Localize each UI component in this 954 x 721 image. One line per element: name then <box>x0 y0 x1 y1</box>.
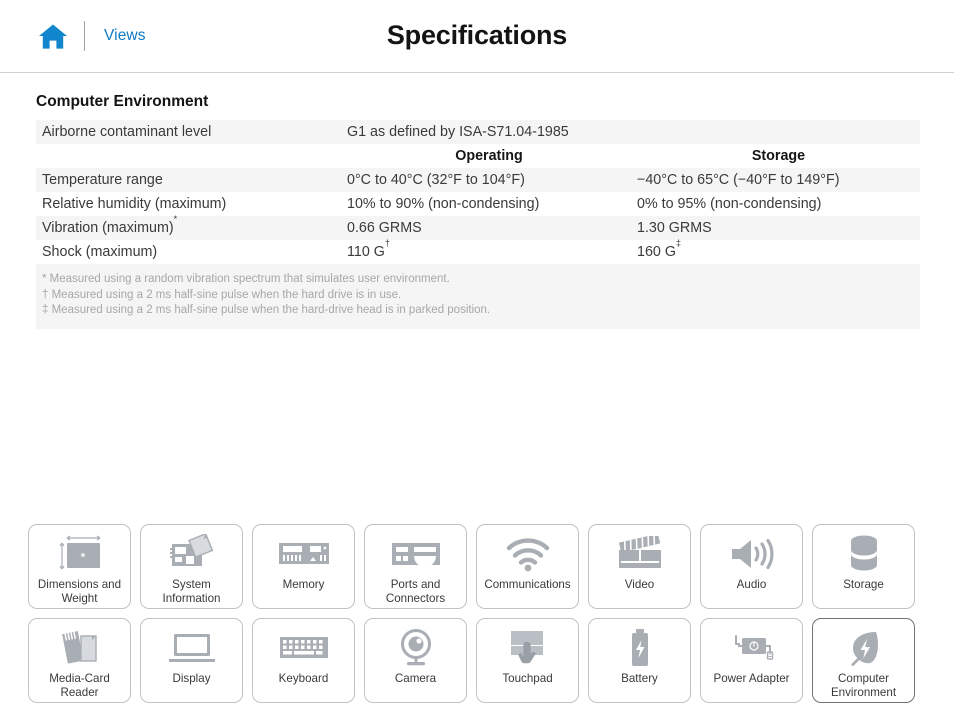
footnote-double-dagger: ‡ Measured using a 2 ms half-sine pulse … <box>42 304 491 316</box>
video-icon <box>616 532 664 576</box>
row-storage: −40°C to 65°C (−40°F to 149°F) <box>631 168 920 192</box>
footnote-dagger: † Measured using a 2 ms half-sine pulse … <box>42 288 402 301</box>
nav-tile-label: System Information <box>162 578 221 605</box>
row-label: Shock (maximum) <box>36 240 341 264</box>
nav-tile-power-adapter[interactable]: Power Adapter <box>700 618 803 703</box>
nav-tile-camera[interactable]: Camera <box>364 618 467 703</box>
storage-icon <box>847 532 881 576</box>
nav-tile-label: Memory <box>282 578 325 591</box>
nav-tile-audio[interactable]: Audio <box>700 524 803 609</box>
row-label: Relative humidity (maximum) <box>36 192 341 216</box>
nav-tile-battery[interactable]: Battery <box>588 618 691 703</box>
app-header: Views Specifications <box>0 0 954 73</box>
nav-tile-dimensions-and-weight[interactable]: Dimensions and Weight <box>28 524 131 609</box>
nav-tile-label: Dimensions and Weight <box>37 578 122 605</box>
nav-tile-label: Touchpad <box>502 672 553 685</box>
nav-tile-display[interactable]: Display <box>140 618 243 703</box>
nav-tile-label: Video <box>624 578 655 591</box>
media-card-reader-icon <box>57 626 103 670</box>
header-storage: Storage <box>631 144 920 168</box>
row-operating: 0°C to 40°C (32°F to 104°F) <box>341 168 631 192</box>
row-operating: 110 G† <box>341 239 631 264</box>
airborne-label: Airborne contaminant level <box>36 120 341 144</box>
audio-icon <box>728 532 776 576</box>
nav-tile-label: Media-Card Reader <box>49 672 110 699</box>
nav-tile-touchpad[interactable]: Touchpad <box>476 618 579 703</box>
system-information-icon <box>166 532 218 576</box>
nav-tile-memory[interactable]: Memory <box>252 524 355 609</box>
nav-tile-label: Ports and Connectors <box>385 578 446 605</box>
nav-tile-video[interactable]: Video <box>588 524 691 609</box>
nav-tile-label: Audio <box>736 578 767 591</box>
nav-tile-label: Camera <box>394 672 437 685</box>
header-blank <box>36 144 341 168</box>
footnote-asterisk: * Measured using a random vibration spec… <box>42 273 450 285</box>
battery-icon <box>627 626 653 670</box>
nav-tile-keyboard[interactable]: Keyboard <box>252 618 355 703</box>
nav-tile-label: Battery <box>621 672 658 685</box>
home-icon[interactable] <box>36 19 70 53</box>
touchpad-icon <box>506 626 550 670</box>
ports-connectors-icon <box>390 532 442 576</box>
nav-tile-media-card-reader[interactable]: Media-Card Reader <box>28 618 131 703</box>
row-marker: * <box>173 214 178 225</box>
nav-tile-communications[interactable]: Communications <box>476 524 579 609</box>
nav-tile-computer-environment[interactable]: Computer Environment <box>812 618 915 703</box>
row-storage: 0% to 95% (non-condensing) <box>631 192 920 216</box>
views-link[interactable]: Views <box>104 27 146 45</box>
power-adapter-icon <box>724 626 780 670</box>
dimensions-weight-icon <box>54 532 106 576</box>
row-storage: 1.30 GRMS <box>631 216 920 240</box>
content-area: Computer Environment Airborne contaminan… <box>0 93 954 329</box>
nav-tile-label: Keyboard <box>278 672 329 685</box>
table-row: Relative humidity (maximum) 10% to 90% (… <box>36 192 920 216</box>
nav-tile-label: Power Adapter <box>713 672 790 685</box>
header-operating: Operating <box>341 144 631 168</box>
camera-icon <box>396 626 436 670</box>
communications-icon <box>505 532 551 576</box>
row-operating: 0.66 GRMS <box>341 216 631 240</box>
keyboard-icon <box>278 626 330 670</box>
row-storage: 160 G‡ <box>631 239 920 264</box>
display-icon <box>167 626 217 670</box>
section-title: Computer Environment <box>36 93 209 110</box>
nav-tile-storage[interactable]: Storage <box>812 524 915 609</box>
table-header-row: Operating Storage <box>36 144 920 168</box>
nav-tile-label: Storage <box>843 578 884 591</box>
table-row: Vibration (maximum)* 0.66 GRMS 1.30 GRMS <box>36 214 920 240</box>
row-label: Temperature range <box>36 168 341 192</box>
table-row: Temperature range 0°C to 40°C (32°F to 1… <box>36 168 920 192</box>
nav-tile-label: Display <box>172 672 211 685</box>
header-divider <box>84 21 85 51</box>
nav-tile-system-information[interactable]: System Information <box>140 524 243 609</box>
nav-tile-label: Communications <box>484 578 571 591</box>
row-operating: 10% to 90% (non-condensing) <box>341 192 631 216</box>
computer-environment-icon <box>847 626 881 670</box>
row-label: Vibration (maximum)* <box>36 214 341 240</box>
table-row: Airborne contaminant level G1 as defined… <box>36 120 920 144</box>
table-row: Shock (maximum) 110 G† 160 G‡ <box>36 239 920 264</box>
footnotes: * Measured using a random vibration spec… <box>36 264 920 329</box>
memory-icon <box>277 532 331 576</box>
nav-tile-ports-and-connectors[interactable]: Ports and Connectors <box>364 524 467 609</box>
nav-tile-label: Computer Environment <box>830 672 897 699</box>
nav-tile-grid: Dimensions and Weight System Information… <box>28 524 924 703</box>
specifications-table: Airborne contaminant level G1 as defined… <box>36 120 920 264</box>
airborne-value: G1 as defined by ISA-S71.04-1985 <box>341 120 920 144</box>
